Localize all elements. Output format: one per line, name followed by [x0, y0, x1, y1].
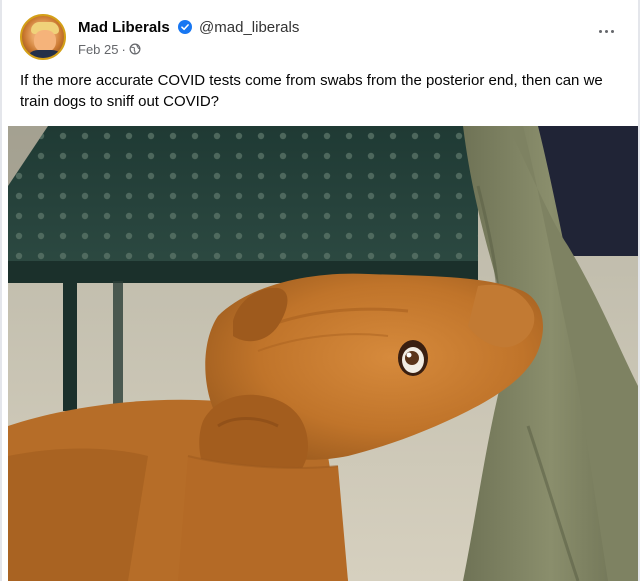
post-card: Mad Liberals @mad_liberals Feb 25 · If th… — [0, 0, 640, 581]
post-header: Mad Liberals @mad_liberals Feb 25 · — [20, 14, 624, 66]
verified-badge-icon — [177, 20, 192, 34]
globe-icon[interactable] — [129, 43, 141, 55]
post-date-link[interactable]: Feb 25 — [78, 42, 118, 57]
more-options-icon[interactable] — [594, 22, 618, 40]
post-text: If the more accurate COVID tests come fr… — [20, 72, 603, 110]
author-avatar[interactable] — [20, 14, 66, 60]
author-handle[interactable]: @mad_liberals — [199, 19, 299, 36]
avatar-suit — [26, 50, 64, 58]
more-dot — [598, 29, 602, 33]
author-name-link[interactable]: Mad Liberals — [78, 19, 170, 36]
avatar-face — [34, 30, 56, 52]
post-photo[interactable] — [8, 126, 638, 581]
post-meta: Feb 25 · — [78, 41, 141, 59]
author-line: Mad Liberals @mad_liberals — [78, 18, 299, 38]
meta-separator: · — [121, 42, 126, 57]
more-dot — [610, 29, 614, 33]
more-dot — [604, 29, 608, 33]
dog-sniffing-photo — [8, 126, 638, 581]
